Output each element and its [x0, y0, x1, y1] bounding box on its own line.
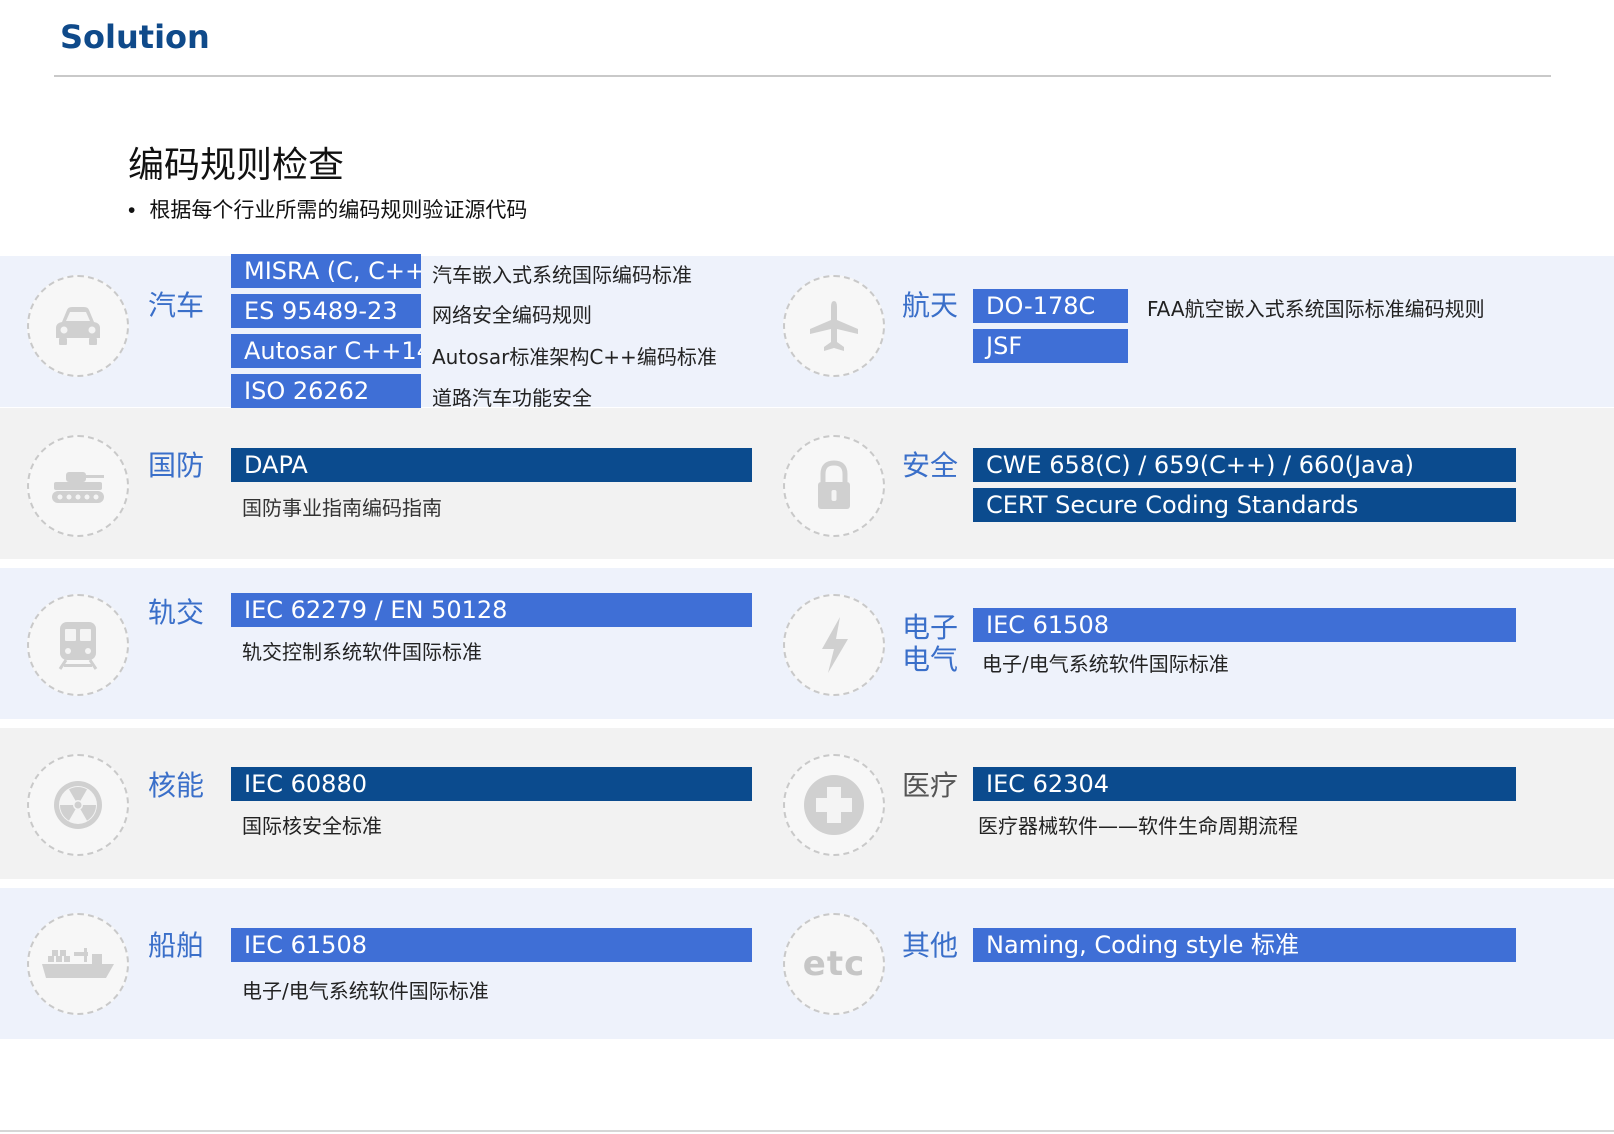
standard-jsf: JSF	[973, 329, 1128, 363]
ship-icon	[27, 913, 129, 1015]
radiation-icon	[27, 754, 129, 856]
bottom-divider	[0, 1130, 1614, 1132]
etc-icon-text: etc	[802, 944, 866, 984]
desc-electrical: 电子/电气系统软件国际标准	[982, 652, 1229, 676]
desc-aerospace: FAA航空嵌入式系统国际标准编码规则	[1147, 297, 1485, 321]
desc-marine: 电子/电气系统软件国际标准	[242, 979, 489, 1003]
desc-rail: 轨交控制系统软件国际标准	[242, 640, 482, 664]
industry-label-auto: 汽车	[148, 289, 205, 322]
industry-label-other: 其他	[902, 929, 959, 962]
desc-misra: 汽车嵌入式系统国际编码标准	[432, 263, 692, 287]
standard-es95489: ES 95489-23	[231, 294, 421, 328]
desc-nuclear: 国际核安全标准	[242, 814, 382, 838]
standard-iec62304: IEC 62304	[973, 767, 1516, 801]
section-bullet: • 根据每个行业所需的编码规则验证源代码	[128, 194, 527, 224]
airplane-icon	[783, 275, 885, 377]
industry-label-defense: 国防	[148, 449, 205, 482]
desc-defense: 国防事业指南编码指南	[242, 496, 442, 520]
standard-cert: CERT Secure Coding Standards	[973, 488, 1516, 522]
bullet-dot: •	[128, 199, 136, 222]
desc-iso26262: 道路汽车功能安全	[432, 386, 592, 410]
industry-label-electrical-line1: 电子	[902, 611, 959, 644]
medical-cross-icon	[783, 754, 885, 856]
bullet-text: 根据每个行业所需的编码规则验证源代码	[149, 199, 528, 222]
desc-autosar: Autosar标准架构C++编码标准	[432, 345, 717, 369]
standard-iec61508-marine: IEC 61508	[231, 928, 752, 962]
standard-iec61508-electrical: IEC 61508	[973, 608, 1516, 642]
standard-dapa: DAPA	[231, 448, 752, 482]
industry-label-electrical: 电子 电气	[902, 612, 958, 676]
industry-label-electrical-line2: 电气	[902, 643, 959, 676]
section-heading: 编码规则检查	[128, 145, 345, 186]
standard-iso26262: ISO 26262	[231, 374, 421, 408]
industry-label-medical: 医疗	[902, 769, 959, 802]
standard-cwe: CWE 658(C) / 659(C++) / 660(Java)	[973, 448, 1516, 482]
lightning-icon	[783, 594, 885, 696]
train-icon	[27, 594, 129, 696]
industry-label-rail: 轨交	[148, 596, 205, 629]
standard-misra: MISRA (C, C++)	[231, 254, 421, 288]
industry-label-aerospace: 航天	[902, 289, 959, 322]
lock-icon	[783, 435, 885, 537]
desc-medical: 医疗器械软件——软件生命周期流程	[978, 814, 1298, 838]
header-divider	[54, 75, 1551, 77]
standard-do178c: DO-178C	[973, 289, 1128, 323]
industry-label-security: 安全	[902, 449, 959, 482]
industry-label-nuclear: 核能	[148, 769, 205, 802]
standard-iec60880: IEC 60880	[231, 767, 752, 801]
etc-icon: etc	[783, 913, 885, 1015]
standard-naming-coding-style: Naming, Coding style 标准	[973, 928, 1516, 962]
car-icon	[27, 275, 129, 377]
page-title: Solution	[60, 18, 210, 56]
standard-iec62279: IEC 62279 / EN 50128	[231, 593, 752, 627]
industry-label-marine: 船舶	[148, 929, 205, 962]
tank-icon	[27, 435, 129, 537]
standard-autosar: Autosar C++14	[231, 334, 421, 368]
desc-es95489: 网络安全编码规则	[432, 303, 592, 327]
